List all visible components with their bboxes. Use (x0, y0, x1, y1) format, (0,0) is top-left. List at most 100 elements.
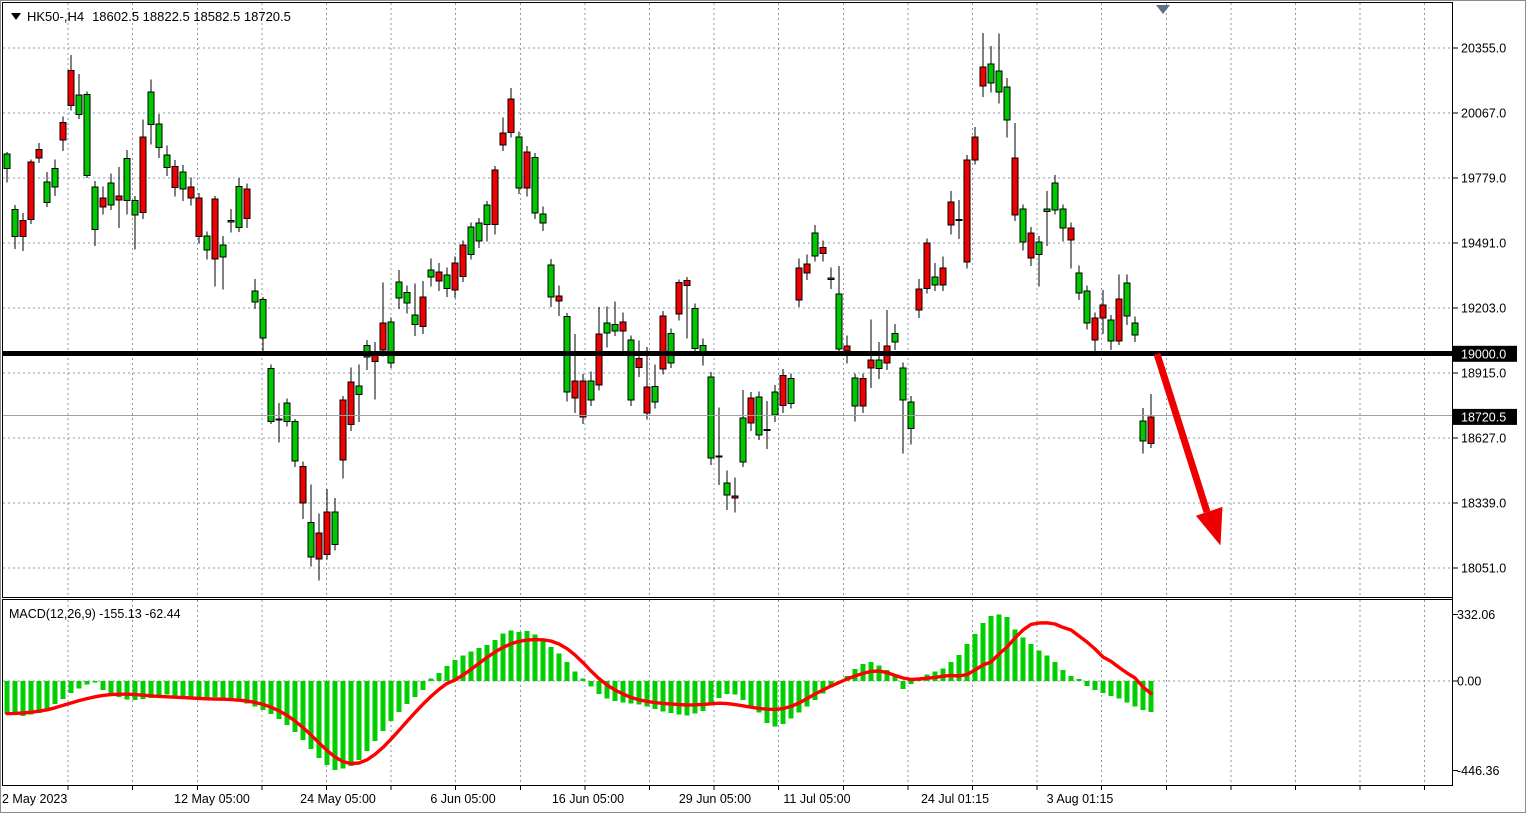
candle-body (772, 392, 778, 415)
price-axis-label: 18051.0 (1461, 561, 1506, 575)
candle-body (652, 387, 658, 403)
candle-body (620, 322, 626, 331)
candle-body (532, 157, 538, 213)
candle (516, 131, 522, 194)
macd-histogram-bar (437, 673, 442, 681)
candle-body (428, 270, 434, 277)
symbol-period-label: HK50-,H4 (27, 9, 84, 24)
candle-body (732, 496, 738, 498)
candle-body (260, 300, 266, 338)
macd-histogram-bar (1077, 679, 1082, 681)
macd-histogram-bar (789, 681, 794, 719)
macd-histogram-bar (493, 640, 498, 681)
macd-histogram-bar (669, 681, 674, 713)
candle-body (588, 381, 594, 400)
candle-body (1020, 209, 1026, 242)
macd-histogram-bar (389, 681, 394, 721)
candle-body (580, 381, 586, 417)
candle-body (316, 533, 322, 559)
macd-histogram-bar (733, 681, 738, 695)
candle-body (444, 275, 450, 289)
price-axis-label: 19779.0 (1461, 171, 1506, 185)
macd-histogram-bar (997, 615, 1002, 681)
macd-histogram-bar (909, 681, 914, 684)
ohlc-values: 18602.5 18822.5 18582.5 18720.5 (92, 9, 291, 24)
candle-body (860, 379, 866, 407)
candle-body (604, 323, 610, 333)
macd-histogram-bar (597, 681, 602, 694)
time-axis-label: 24 Jul 01:15 (921, 792, 989, 806)
candle (84, 92, 90, 178)
macd-histogram-bar (45, 681, 50, 709)
macd-histogram-bar (565, 662, 570, 681)
macd-histogram-bar (213, 681, 218, 697)
macd-histogram-bar (813, 681, 818, 700)
price-axis-label: 18915.0 (1461, 366, 1506, 380)
macd-histogram-bar (1045, 655, 1050, 681)
macd-histogram-bar (541, 640, 546, 681)
macd-axis-label: 0.00 (1457, 675, 1481, 689)
candle-body (396, 282, 402, 298)
candle-body (516, 137, 522, 188)
macd-histogram-bar (21, 681, 26, 716)
candle-body (148, 92, 154, 125)
macd-axis-label: -446.36 (1457, 764, 1499, 778)
candle-body (412, 315, 418, 324)
macd-histogram-bar (109, 681, 114, 694)
price-axis-label: 19203.0 (1461, 301, 1506, 315)
candle-body (212, 199, 218, 259)
price-tag-label: 18720.5 (1461, 410, 1506, 424)
time-axis-label: 24 May 05:00 (300, 792, 376, 806)
time-axis-label: 11 Jul 05:00 (783, 792, 850, 806)
macd-histogram-bar (1037, 651, 1042, 681)
macd-histogram-bar (93, 681, 98, 683)
macd-histogram-bar (69, 681, 74, 693)
candle-body (292, 422, 298, 461)
candle-body (644, 387, 650, 413)
candle-body (204, 236, 210, 250)
price-axis-label: 19491.0 (1461, 236, 1506, 250)
macd-histogram-bar (973, 634, 978, 681)
candle-body (668, 334, 674, 363)
candle-body (92, 187, 98, 230)
macd-histogram-bar (1101, 681, 1106, 693)
macd-histogram-bar (237, 681, 242, 701)
macd-histogram-bar (349, 681, 354, 766)
candle-body (1044, 209, 1050, 212)
candle-body (1068, 228, 1074, 240)
candle-body (684, 280, 690, 285)
macd-histogram-bar (709, 681, 714, 705)
candle-body (60, 122, 66, 139)
candle-body (20, 221, 26, 237)
macd-histogram-bar (413, 681, 418, 697)
chart-surface[interactable]: 20355.020067.019779.019491.019203.018915… (0, 0, 1526, 813)
candle (196, 193, 202, 244)
candle-body (156, 124, 162, 147)
macd-histogram-bar (661, 681, 666, 711)
candle-body (244, 189, 250, 218)
candle-body (180, 172, 186, 189)
candle-body (476, 223, 482, 241)
candle-body (548, 265, 554, 297)
macd-histogram-bar (1133, 681, 1138, 707)
candle-body (1092, 318, 1098, 340)
candle-body (164, 155, 170, 167)
macd-histogram-bar (581, 679, 586, 681)
candle-body (12, 209, 18, 236)
candle (668, 329, 674, 368)
candle-body (780, 375, 786, 405)
macd-histogram-bar (717, 681, 722, 698)
candle-body (460, 245, 466, 277)
macd-axis-label: 332.06 (1457, 608, 1495, 622)
macd-histogram-bar (573, 671, 578, 681)
candle-body (300, 467, 306, 503)
candle-body (1132, 323, 1138, 335)
candle-body (1012, 158, 1018, 215)
horizontal-level-line-19000[interactable] (3, 351, 1452, 356)
candle-body (1148, 417, 1154, 444)
candle (388, 317, 394, 368)
mt4-chart-window: 20355.020067.019779.019491.019203.018915… (0, 0, 1526, 813)
candle-body (220, 245, 226, 257)
macd-histogram-bar (157, 681, 162, 696)
price-axis-label: 20067.0 (1461, 106, 1506, 120)
